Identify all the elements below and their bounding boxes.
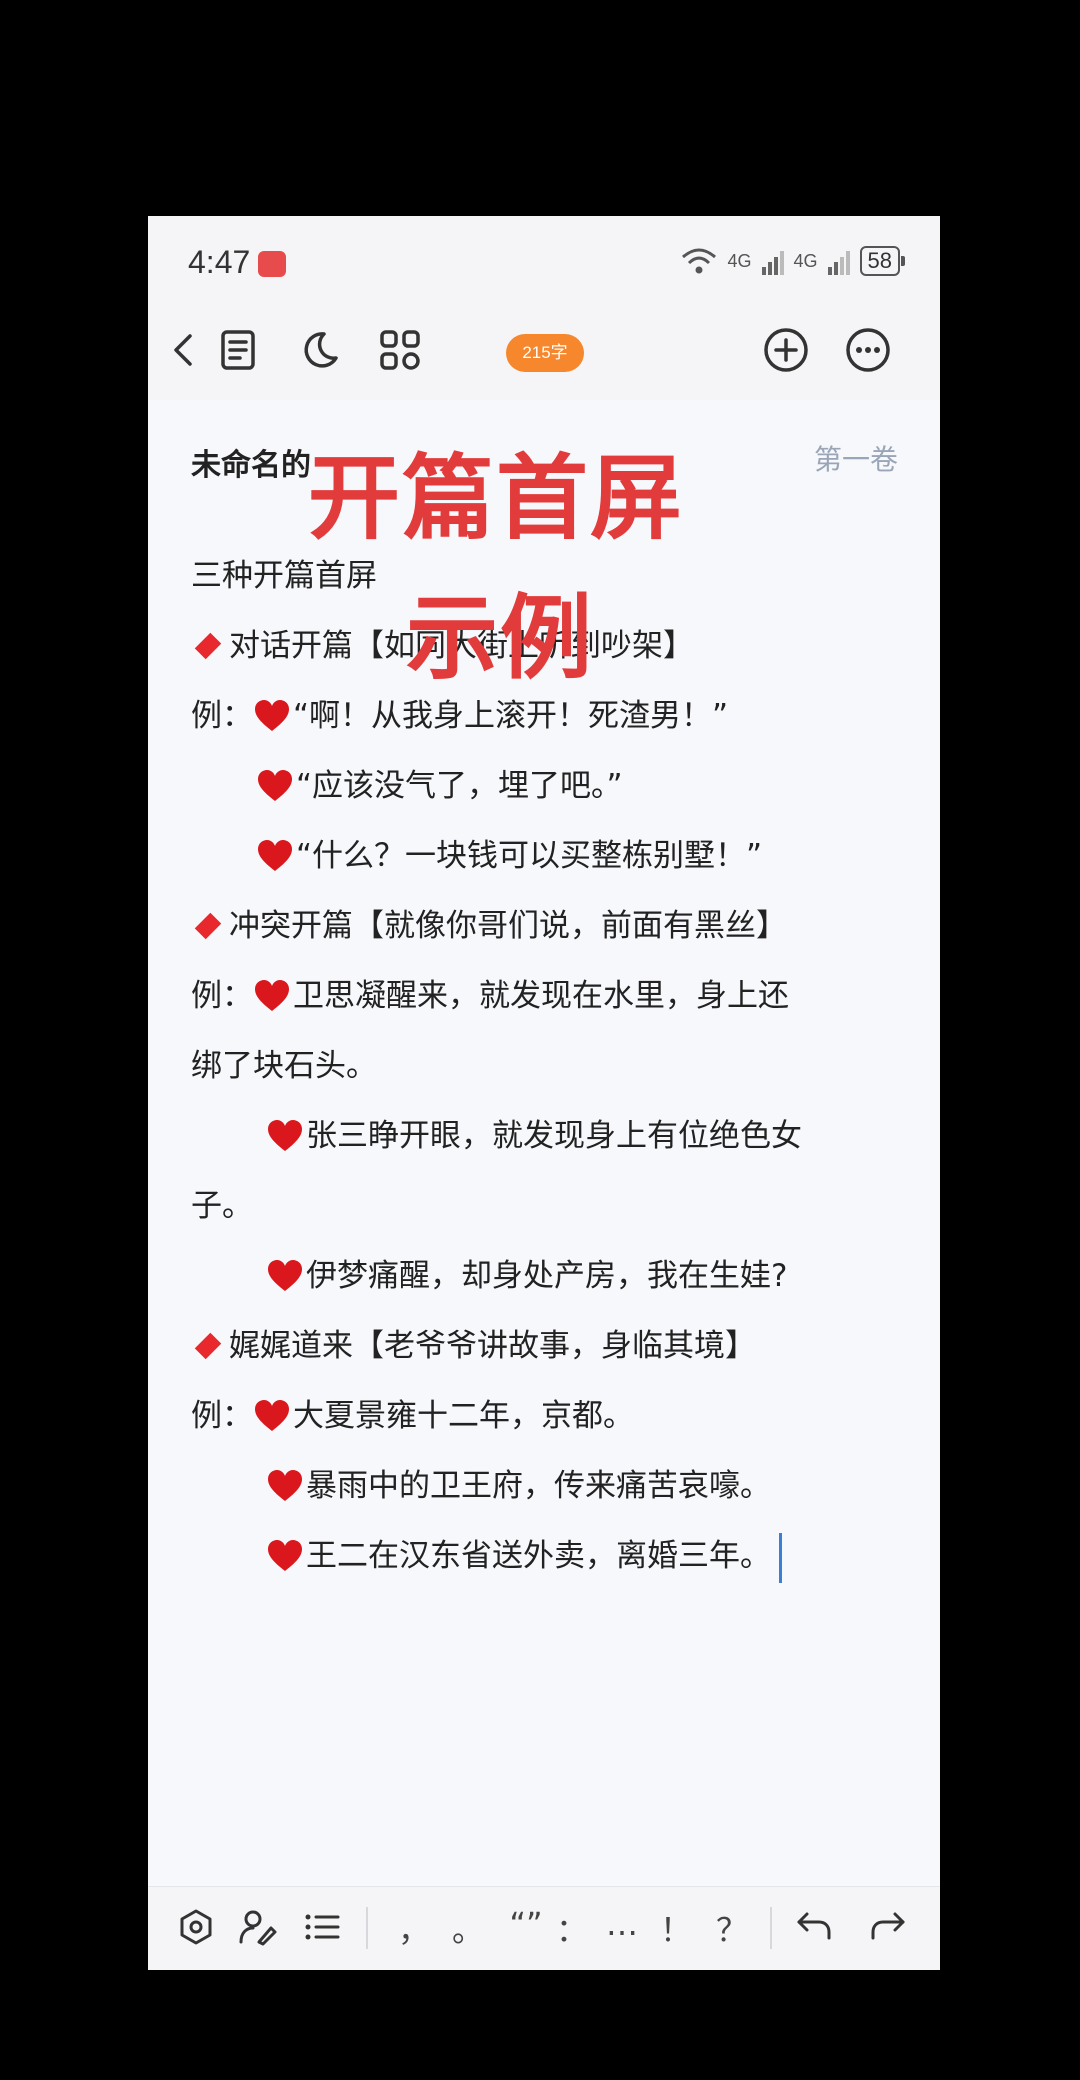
example-text: 张三睁开眼，就发现身上有位绝色女	[306, 1118, 802, 1154]
section-conflict-text: 冲突开篇【就像你哥们说，前面有黑丝】	[229, 908, 787, 944]
grid-button[interactable]	[374, 324, 426, 376]
back-icon	[174, 334, 192, 366]
add-button[interactable]	[760, 324, 812, 376]
heart-icon	[268, 1469, 302, 1501]
overlay-title-line1: 开篇首屏	[308, 445, 685, 552]
more-icon	[846, 328, 890, 372]
punct-colon[interactable]: ：	[552, 1905, 592, 1951]
status-time: 4:47	[188, 244, 251, 280]
punct-quotes[interactable]: “”	[506, 1905, 546, 1943]
outline-button[interactable]	[212, 324, 264, 376]
example-text: 伊梦痛醒，却身处产房，我在生娃?	[306, 1258, 788, 1294]
punct-exclamation[interactable]: ！	[656, 1905, 696, 1951]
input-toolbar: ， 。 “” ： … ！ ？	[148, 1886, 940, 1970]
heart-icon	[268, 1539, 302, 1571]
example-line: 王二在汉东省送外卖，离婚三年。	[266, 1530, 782, 1583]
example-label: 例：	[191, 1398, 253, 1434]
diamond-icon	[194, 632, 222, 659]
volume-label[interactable]: 第一卷	[814, 438, 898, 478]
night-mode-icon	[304, 332, 338, 368]
divider	[770, 1907, 772, 1949]
example-line: 张三睁开眼，就发现身上有位绝色女	[266, 1110, 802, 1155]
system-icons: 4G 4G 58	[681, 246, 906, 276]
example-line: “应该没气了，埋了吧。”	[256, 760, 623, 805]
more-button[interactable]	[842, 324, 894, 376]
list-button[interactable]	[296, 1901, 348, 1953]
editor-toolbar: 215字	[148, 300, 940, 400]
settings-button[interactable]	[170, 1901, 222, 1953]
punct-question[interactable]: ？	[712, 1905, 752, 1951]
settings-icon	[180, 1909, 212, 1945]
heart-icon	[255, 979, 289, 1011]
battery-indicator: 58	[859, 246, 906, 276]
punct-comma[interactable]: ，	[394, 1905, 434, 1951]
undo-button[interactable]	[788, 1901, 840, 1953]
heart-icon	[255, 699, 289, 731]
example-text: 王二在汉东省送外卖，离婚三年。	[306, 1538, 771, 1574]
list-icon	[305, 1914, 340, 1940]
signal-icon-1	[761, 247, 784, 275]
night-mode-button[interactable]	[294, 324, 346, 376]
grid-icon	[380, 330, 420, 370]
section-narrative-text: 娓娓道来【老爷爷讲故事，身临其境】	[229, 1328, 756, 1364]
redo-button[interactable]	[862, 1901, 914, 1953]
example-line: “什么？一块钱可以买整栋别墅！”	[256, 830, 762, 875]
example-text: 暴雨中的卫王府，传来痛苦哀嚎。	[306, 1468, 771, 1504]
network-label-1: 4G	[727, 250, 752, 271]
undo-icon	[797, 1912, 831, 1940]
handwrite-icon	[239, 1910, 277, 1946]
redo-icon	[871, 1912, 905, 1940]
phone-screen: 4:47 4G 4G 58 215字 未命名的 第一卷 三种开篇首屏 对话开篇【…	[148, 216, 940, 1970]
signal-icon-2	[827, 247, 850, 275]
back-button[interactable]	[158, 324, 210, 376]
example-line: 例： 卫思凝醒来，就发现在水里，身上还	[191, 970, 789, 1015]
section-narrative: 娓娓道来【老爷爷讲故事，身临其境】	[191, 1320, 756, 1365]
wifi-icon	[682, 248, 717, 274]
diamond-icon	[194, 1332, 222, 1359]
example-line: 暴雨中的卫王府，传来痛苦哀嚎。	[266, 1460, 771, 1505]
text-line-cont: 子。	[191, 1188, 253, 1224]
text-cursor	[779, 1532, 782, 1583]
word-count-badge[interactable]: 215字	[506, 334, 584, 372]
notification-icon	[258, 251, 286, 277]
heart-icon	[268, 1119, 302, 1151]
heart-icon	[258, 839, 292, 871]
example-text: 卫思凝醒来，就发现在水里，身上还	[293, 978, 789, 1014]
example-line: 例： 大夏景雍十二年，京都。	[191, 1390, 634, 1435]
example-text: “什么？一块钱可以买整栋别墅！”	[296, 838, 763, 874]
example-label: 例：	[191, 698, 253, 734]
overlay-title-line2: 示例	[406, 585, 595, 692]
handwrite-button[interactable]	[232, 1901, 284, 1953]
add-icon	[764, 328, 808, 372]
editor-content[interactable]: 未命名的 第一卷 三种开篇首屏 对话开篇【如同大街上听到吵架】 例： “啊！从我身…	[148, 400, 940, 1818]
heart-icon	[258, 769, 292, 801]
punct-period[interactable]: 。	[448, 1905, 488, 1951]
outline-icon	[221, 330, 255, 370]
example-text: “啊！从我身上滚开！死渣男！”	[293, 698, 729, 734]
document-title[interactable]: 未命名的	[191, 440, 311, 484]
heart-icon	[255, 1399, 289, 1431]
diamond-icon	[194, 912, 222, 939]
section-conflict: 冲突开篇【就像你哥们说，前面有黑丝】	[191, 900, 787, 945]
divider	[366, 1907, 368, 1949]
status-bar: 4:47 4G 4G 58	[148, 216, 940, 300]
example-text: “应该没气了，埋了吧。”	[296, 768, 623, 804]
text-line-cont: 绑了块石头。	[191, 1048, 377, 1084]
example-text: 大夏景雍十二年，京都。	[293, 1398, 634, 1434]
heart-icon	[268, 1259, 302, 1291]
punct-ellipsis[interactable]: …	[602, 1905, 642, 1943]
network-label-2: 4G	[793, 250, 818, 271]
example-line: 伊梦痛醒，却身处产房，我在生娃?	[266, 1250, 787, 1295]
example-label: 例：	[191, 978, 253, 1014]
